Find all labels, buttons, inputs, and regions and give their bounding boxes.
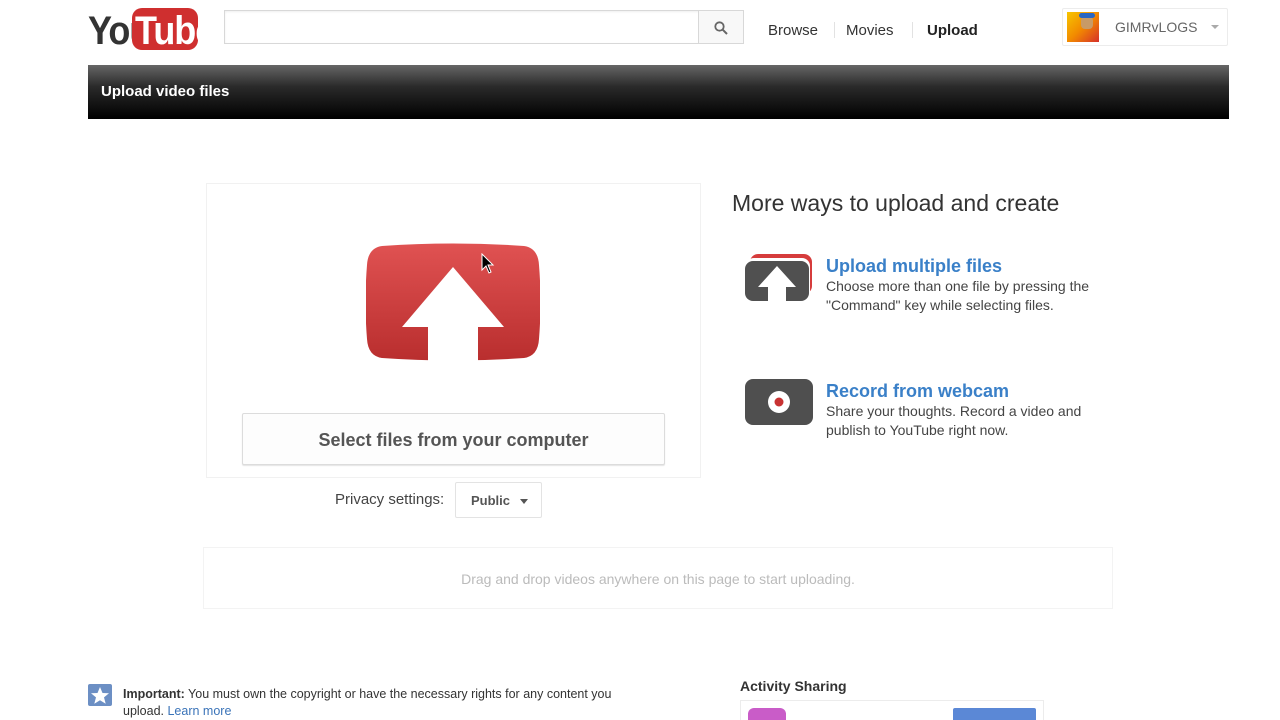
youtube-logo[interactable]: You Tube	[88, 8, 215, 53]
page-title: Upload video files	[101, 83, 230, 100]
nav-browse[interactable]: Browse	[768, 22, 818, 39]
chevron-down-icon	[520, 499, 528, 504]
learn-more-link[interactable]: Learn more	[167, 704, 231, 718]
activity-app-icon	[748, 708, 786, 720]
record-webcam-link[interactable]: Record from webcam	[826, 381, 1009, 402]
upload-multiple-icon[interactable]	[744, 253, 814, 301]
star-icon	[88, 684, 112, 706]
upload-multiple-description: Choose more than one file by pressing th…	[826, 278, 1090, 313]
logo-tube-badge: Tube	[132, 8, 215, 53]
search-button[interactable]	[698, 10, 744, 44]
nav-divider	[834, 22, 835, 38]
important-label: Important:	[123, 687, 185, 701]
more-ways-title: More ways to upload and create	[732, 190, 1060, 216]
select-files-button[interactable]: Select files from your computer	[242, 413, 665, 465]
avatar-hat	[1079, 13, 1095, 18]
avatar	[1067, 12, 1099, 42]
user-menu[interactable]: GIMRvLOGS	[1062, 8, 1228, 46]
upload-arrow-icon[interactable]	[366, 243, 540, 361]
mouse-cursor-icon	[481, 253, 495, 274]
privacy-select[interactable]: Public	[455, 482, 542, 518]
upload-header-bar: Upload video files	[88, 65, 1229, 119]
drop-zone-text: Drag and drop videos anywhere on this pa…	[461, 571, 855, 587]
logo-tube-text: Tube	[135, 7, 215, 53]
nav-movies[interactable]: Movies	[846, 22, 894, 39]
record-webcam-description: Share your thoughts. Record a video and …	[826, 403, 1082, 438]
nav-divider	[912, 22, 913, 38]
search-icon	[714, 21, 728, 35]
drop-zone[interactable]: Drag and drop videos anywhere on this pa…	[203, 547, 1113, 609]
webcam-icon[interactable]	[744, 378, 814, 426]
search-input[interactable]	[224, 10, 742, 44]
privacy-label: Privacy settings:	[335, 491, 445, 508]
activity-connect-button[interactable]	[953, 708, 1036, 720]
important-notice: Important: You must own the copyright or…	[123, 686, 643, 720]
chevron-down-icon	[1211, 25, 1219, 29]
upload-multiple-link[interactable]: Upload multiple files	[826, 256, 1002, 277]
activity-sharing-title: Activity Sharing	[740, 678, 847, 694]
username: GIMRvLOGS	[1115, 19, 1198, 35]
nav-upload[interactable]: Upload	[927, 22, 978, 39]
privacy-value: Public	[471, 493, 511, 508]
